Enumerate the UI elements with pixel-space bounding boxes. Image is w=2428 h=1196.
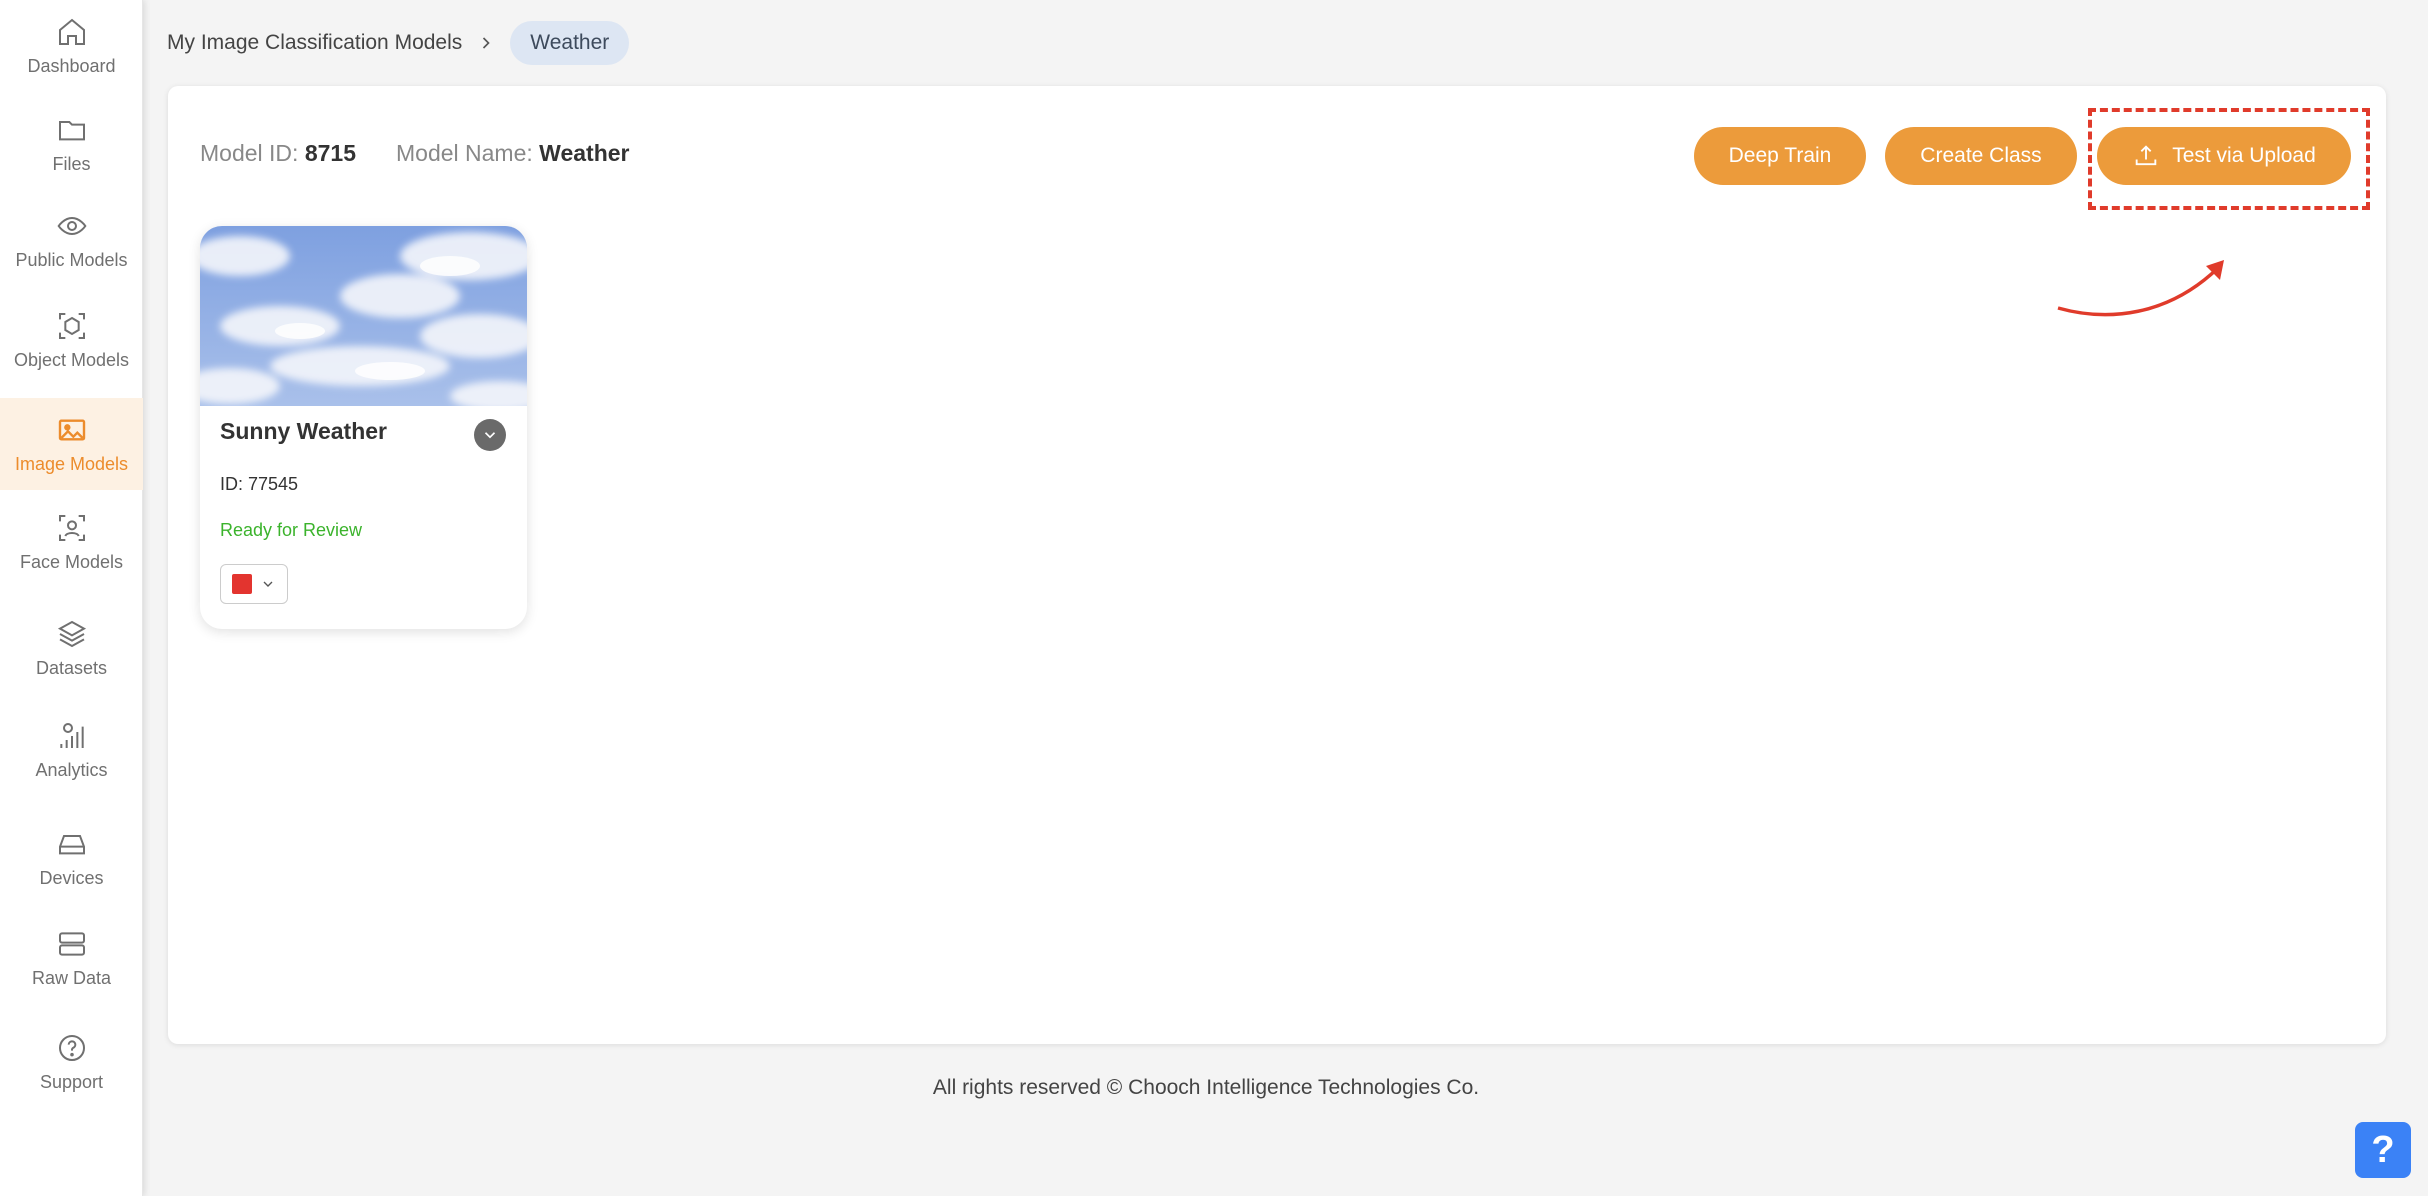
class-id: ID: 77545 bbox=[220, 474, 299, 494]
hard-drive-icon bbox=[54, 826, 90, 862]
help-circle-icon bbox=[54, 1030, 90, 1066]
sidebar-item-label: Datasets bbox=[35, 658, 108, 678]
server-icon bbox=[54, 926, 90, 962]
sidebar-item-label: Devices bbox=[39, 868, 104, 888]
model-id-label: Model ID: bbox=[200, 140, 299, 166]
sidebar-item-analytics[interactable]: Analytics bbox=[0, 718, 143, 794]
model-info: Model ID: 8715 Model Name: Weather bbox=[200, 140, 630, 167]
layers-icon bbox=[54, 616, 90, 652]
sidebar-item-public-models[interactable]: Public Models bbox=[0, 208, 143, 280]
breadcrumb: My Image Classification Models Weather bbox=[167, 20, 630, 66]
annotation-highlight-box bbox=[2088, 108, 2370, 210]
help-button[interactable]: ? bbox=[2355, 1122, 2411, 1178]
footer-copyright: All rights reserved © Chooch Intelligenc… bbox=[932, 1076, 1480, 1099]
sidebar-item-face-models[interactable]: Face Models bbox=[0, 510, 143, 586]
home-icon bbox=[54, 14, 90, 50]
color-swatch bbox=[232, 574, 252, 594]
class-name: Sunny Weather bbox=[220, 418, 387, 444]
annotation-arrow-icon bbox=[2057, 260, 2224, 317]
sidebar-item-label: Support bbox=[39, 1072, 104, 1092]
sidebar-item-label: Dashboard bbox=[27, 56, 116, 76]
sidebar-item-label: Face Models bbox=[19, 552, 124, 572]
face-scan-icon bbox=[54, 510, 90, 546]
folder-icon bbox=[54, 112, 90, 148]
model-id: Model ID: 8715 bbox=[200, 140, 356, 167]
sidebar-item-files[interactable]: Files bbox=[0, 112, 143, 184]
sidebar-item-image-models[interactable]: Image Models bbox=[0, 398, 143, 490]
sidebar-item-object-models[interactable]: Object Models bbox=[0, 308, 143, 384]
class-card[interactable]: Sunny Weather ID: 77545 Ready for Review bbox=[200, 226, 527, 629]
sidebar-item-dashboard[interactable]: Dashboard bbox=[0, 14, 143, 86]
model-name: Model Name: Weather bbox=[396, 140, 630, 167]
model-name-value: Weather bbox=[539, 140, 630, 166]
model-detail-panel: Model ID: 8715 Model Name: Weather Deep … bbox=[168, 86, 2386, 1044]
sidebar: Dashboard Files Public Models Object Mod… bbox=[0, 0, 143, 1196]
create-class-button[interactable]: Create Class bbox=[1885, 127, 2077, 185]
analytics-icon bbox=[54, 718, 90, 754]
breadcrumb-current: Weather bbox=[510, 21, 630, 65]
cube-icon bbox=[54, 308, 90, 344]
sidebar-item-datasets[interactable]: Datasets bbox=[0, 616, 143, 688]
sidebar-item-label: Raw Data bbox=[31, 968, 112, 988]
deep-train-button[interactable]: Deep Train bbox=[1694, 127, 1866, 185]
class-status: Ready for Review bbox=[220, 520, 363, 540]
sidebar-item-devices[interactable]: Devices bbox=[0, 826, 143, 898]
sidebar-item-label: Object Models bbox=[13, 350, 130, 370]
class-color-picker[interactable] bbox=[220, 564, 288, 604]
sidebar-item-support[interactable]: Support bbox=[0, 1030, 143, 1106]
image-icon bbox=[54, 412, 90, 448]
sidebar-item-label: Public Models bbox=[15, 250, 128, 270]
chevron-right-icon bbox=[476, 33, 496, 53]
model-id-value: 8715 bbox=[304, 140, 356, 166]
sidebar-item-label: Analytics bbox=[35, 760, 108, 780]
class-thumbnail bbox=[200, 226, 527, 406]
model-name-label: Model Name: bbox=[396, 140, 533, 166]
sidebar-item-raw-data[interactable]: Raw Data bbox=[0, 926, 143, 1002]
breadcrumb-parent-link[interactable]: My Image Classification Models bbox=[167, 31, 462, 55]
sidebar-item-label: Image Models bbox=[14, 454, 129, 474]
sidebar-item-label: Files bbox=[52, 154, 91, 174]
chevron-down-icon[interactable] bbox=[474, 419, 506, 451]
chevron-down-icon bbox=[263, 581, 273, 587]
eye-icon bbox=[54, 208, 90, 244]
